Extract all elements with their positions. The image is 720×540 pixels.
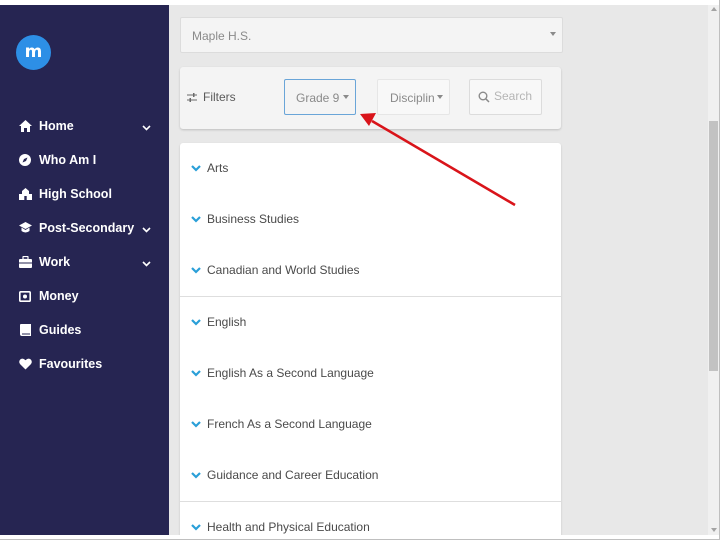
- annotation-arrow: [360, 113, 516, 207]
